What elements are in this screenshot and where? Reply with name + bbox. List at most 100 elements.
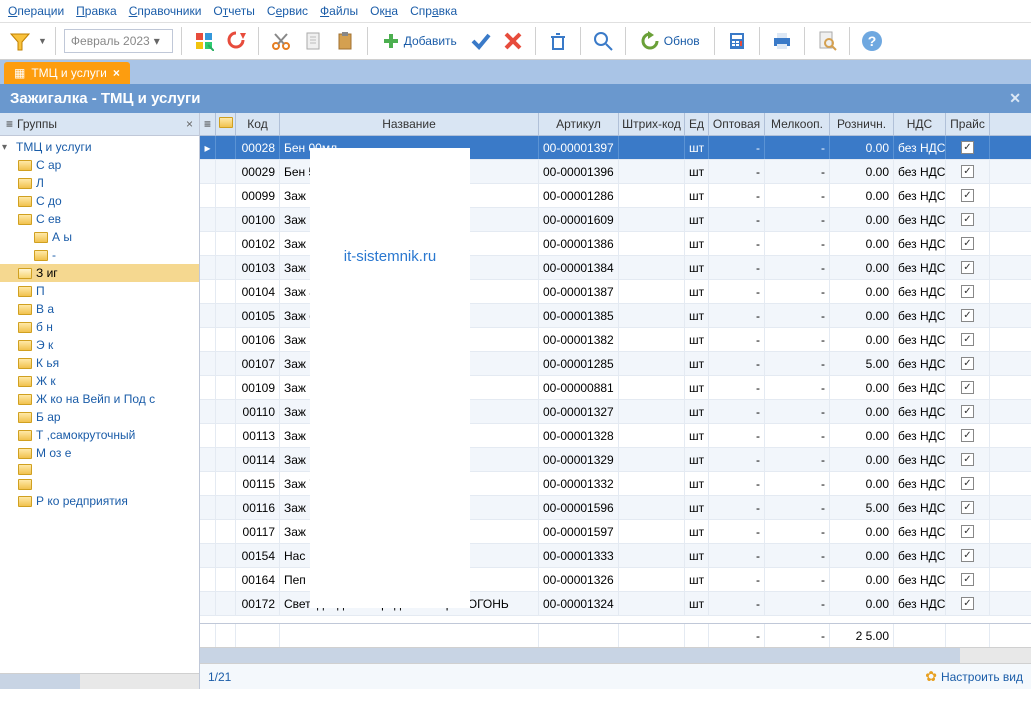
cell-price[interactable]: ✓ <box>946 328 990 351</box>
cell-roz: 0.00 <box>830 304 894 327</box>
tree-item[interactable]: В а <box>0 300 199 318</box>
confirm-button[interactable] <box>467 27 495 55</box>
col-roz[interactable]: Розничн. <box>830 113 894 135</box>
cell-opt: - <box>709 280 765 303</box>
collapse-icon[interactable]: ▾ <box>2 142 12 153</box>
menu-help[interactable]: Справка <box>410 4 457 18</box>
tab-tmc[interactable]: ▦ ТМЦ и услуги × <box>4 62 130 84</box>
cell-price[interactable]: ✓ <box>946 160 990 183</box>
chevron-down-icon: ▾ <box>154 34 166 48</box>
cell-price[interactable]: ✓ <box>946 472 990 495</box>
menu-files[interactable]: Файлы <box>320 4 358 18</box>
cell-price[interactable]: ✓ <box>946 232 990 255</box>
tree-item[interactable]: Э к <box>0 336 199 354</box>
tree-item[interactable] <box>0 462 199 477</box>
menu-refs[interactable]: Справочники <box>129 4 202 18</box>
totals-row: - - 2 5.00 <box>200 623 1031 647</box>
preview-button[interactable] <box>813 27 841 55</box>
menu-edit[interactable]: Правка <box>76 4 117 18</box>
cell-price[interactable]: ✓ <box>946 280 990 303</box>
col-opt[interactable]: Оптовая <box>709 113 765 135</box>
cell-price[interactable]: ✓ <box>946 136 990 159</box>
tree-item[interactable]: А ы <box>0 228 199 246</box>
configure-view-button[interactable]: ✿ Настроить вид <box>925 668 1023 685</box>
sidebar-hscroll[interactable] <box>0 673 199 689</box>
col-code[interactable]: Код <box>236 113 280 135</box>
col-name[interactable]: Название <box>280 113 539 135</box>
tree-item-label: Т ,самокруточный <box>36 428 135 442</box>
search-button[interactable] <box>589 27 617 55</box>
tree-root[interactable]: ▾ ТМЦ и услуги <box>0 138 199 156</box>
col-vat[interactable]: НДС <box>894 113 946 135</box>
copy-button[interactable] <box>299 27 327 55</box>
cell-price[interactable]: ✓ <box>946 424 990 447</box>
col-mel[interactable]: Мелкооп. <box>765 113 830 135</box>
tab-close-icon[interactable]: × <box>113 66 120 80</box>
tree-item[interactable]: С до <box>0 192 199 210</box>
col-folder[interactable] <box>216 113 236 135</box>
menu-operations[interactable]: Операции <box>8 4 64 18</box>
sidebar-close-icon[interactable]: × <box>186 117 193 131</box>
print-button[interactable] <box>768 27 796 55</box>
col-price[interactable]: Прайс <box>946 113 990 135</box>
cell-price[interactable]: ✓ <box>946 376 990 399</box>
tree-item[interactable]: - <box>0 246 199 264</box>
cell-price[interactable]: ✓ <box>946 256 990 279</box>
grid-hscroll[interactable] <box>200 647 1031 663</box>
col-barcode[interactable]: Штрих-код <box>619 113 685 135</box>
btn-group-2[interactable] <box>222 27 250 55</box>
tree-item[interactable]: Л <box>0 174 199 192</box>
cell-price[interactable]: ✓ <box>946 448 990 471</box>
tree-item[interactable]: П <box>0 282 199 300</box>
cell-mel: - <box>765 352 830 375</box>
refresh-button[interactable]: Обнов <box>634 27 706 55</box>
cell-price[interactable]: ✓ <box>946 592 990 615</box>
period-selector[interactable]: Февраль 2023 ▾ <box>64 29 173 53</box>
dropdown-icon[interactable]: ▼ <box>38 36 47 46</box>
tree-item[interactable]: К ья <box>0 354 199 372</box>
cell-mel: - <box>765 592 830 615</box>
btn-group-1[interactable] <box>190 27 218 55</box>
cell-price[interactable]: ✓ <box>946 304 990 327</box>
cell-art: 00-00000881 <box>539 376 619 399</box>
help-button[interactable]: ? <box>858 27 886 55</box>
cell-price[interactable]: ✓ <box>946 520 990 543</box>
delete-button[interactable] <box>499 27 527 55</box>
calc-button[interactable] <box>723 27 751 55</box>
tree-item[interactable]: Ж к <box>0 372 199 390</box>
tree-item[interactable]: М оз е <box>0 444 199 462</box>
cell-price[interactable]: ✓ <box>946 568 990 591</box>
tree-item[interactable]: Р ко редприятия <box>0 492 199 510</box>
tree-item[interactable]: С ар <box>0 156 199 174</box>
cell-price[interactable]: ✓ <box>946 400 990 423</box>
tree-item[interactable]: б н <box>0 318 199 336</box>
cell-unit: шт <box>685 448 709 471</box>
add-button[interactable]: Добавить <box>376 27 463 55</box>
col-unit[interactable]: Ед <box>685 113 709 135</box>
cell-mel: - <box>765 232 830 255</box>
cut-button[interactable] <box>267 27 295 55</box>
menu-windows[interactable]: Окна <box>370 4 398 18</box>
tree-item[interactable]: Ж ко на Вейп и Под с <box>0 390 199 408</box>
col-menu[interactable]: ≡ <box>200 113 216 135</box>
cell-price[interactable]: ✓ <box>946 544 990 567</box>
tree-item[interactable]: Т ,самокруточный <box>0 426 199 444</box>
menu-service[interactable]: Сервис <box>267 4 308 18</box>
cell-barcode <box>619 544 685 567</box>
trash-button[interactable] <box>544 27 572 55</box>
col-art[interactable]: Артикул <box>539 113 619 135</box>
menu-reports[interactable]: Отчеты <box>213 4 255 18</box>
menu-icon[interactable]: ≡ <box>6 117 13 131</box>
window-close-icon[interactable]: ✕ <box>1009 90 1021 107</box>
tree-item[interactable]: С ев <box>0 210 199 228</box>
cell-price[interactable]: ✓ <box>946 496 990 519</box>
tree-item[interactable]: Б ар <box>0 408 199 426</box>
tree-item[interactable] <box>0 477 199 492</box>
filter-button[interactable] <box>6 27 34 55</box>
cell-price[interactable]: ✓ <box>946 208 990 231</box>
tree-item[interactable]: З иг <box>0 264 199 282</box>
cell-price[interactable]: ✓ <box>946 184 990 207</box>
cell-code: 00115 <box>236 472 280 495</box>
paste-button[interactable] <box>331 27 359 55</box>
cell-price[interactable]: ✓ <box>946 352 990 375</box>
